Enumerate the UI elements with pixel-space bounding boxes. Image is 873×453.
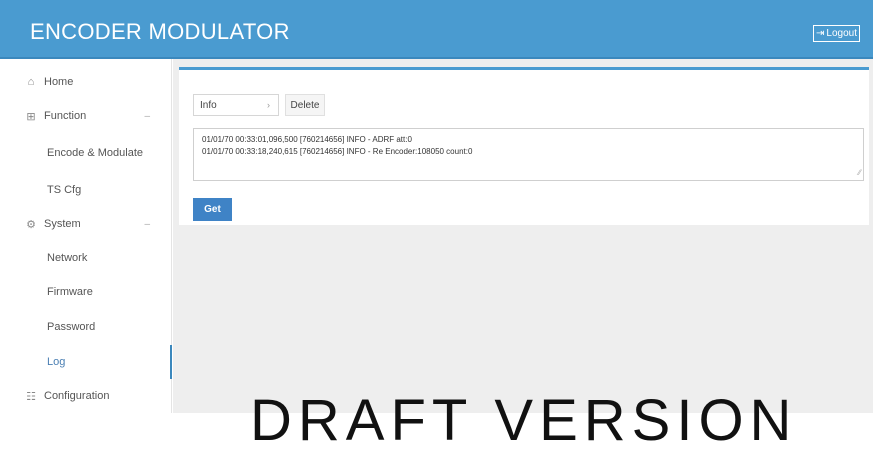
sidebar-item-network[interactable]: Network bbox=[0, 241, 172, 275]
sidebar-item-firmware[interactable]: Firmware bbox=[0, 275, 172, 309]
logout-icon: ⇥ bbox=[816, 28, 825, 39]
sidebar-item-label: Encode & Modulate bbox=[47, 147, 144, 159]
sidebar-item-label: Function bbox=[44, 110, 87, 122]
sidebar-item-ts-cfg[interactable]: TS Cfg bbox=[0, 173, 172, 207]
log-panel: Info › Delete 01/01/70 00:33:01,096,500 … bbox=[179, 67, 869, 225]
log-level-select[interactable]: Info › bbox=[193, 94, 279, 116]
sidebar-item-label: Firmware bbox=[47, 286, 93, 298]
grid-icon: ⊞ bbox=[26, 110, 36, 123]
sidebar-item-label: TS Cfg bbox=[47, 184, 82, 196]
sidebar-item-encode-modulate[interactable]: Encode & Modulate bbox=[0, 136, 172, 170]
logout-label: Logout bbox=[826, 28, 857, 39]
sidebar-item-label: Network bbox=[47, 252, 88, 264]
sidebar-item-log[interactable]: Log bbox=[0, 345, 172, 379]
logout-button[interactable]: ⇥ Logout bbox=[813, 25, 860, 42]
sidebar-item-label: Configuration bbox=[44, 390, 110, 402]
main-content: Info › Delete 01/01/70 00:33:01,096,500 … bbox=[173, 59, 873, 413]
sidebar-item-function[interactable]: ⊞ Function – bbox=[0, 99, 172, 133]
sidebar: ⌂ Home ⊞ Function – Encode & Modulate TS… bbox=[0, 59, 172, 413]
sidebar-item-label: Password bbox=[47, 321, 96, 333]
log-textarea[interactable]: 01/01/70 00:33:01,096,500 [760214656] IN… bbox=[193, 128, 864, 181]
watermark: DRAFT VERSION bbox=[250, 388, 798, 453]
delete-button[interactable]: Delete bbox=[285, 94, 325, 116]
sidebar-item-home[interactable]: ⌂ Home bbox=[0, 65, 172, 99]
get-button[interactable]: Get bbox=[193, 198, 232, 221]
sidebar-item-label: Home bbox=[44, 76, 74, 88]
gear-icon: ⚙ bbox=[26, 218, 36, 231]
collapse-icon: – bbox=[144, 218, 150, 230]
app-header: ENCODER MODULATOR ⇥ Logout bbox=[0, 0, 873, 59]
sidebar-item-configuration[interactable]: ☷ Configuration bbox=[0, 379, 172, 413]
log-level-value: Info bbox=[200, 99, 217, 111]
sidebar-item-password[interactable]: Password bbox=[0, 310, 172, 344]
resize-handle-icon[interactable]: ∕∕ bbox=[858, 167, 861, 179]
collapse-icon: – bbox=[144, 110, 150, 122]
log-line: 01/01/70 00:33:18,240,615 [760214656] IN… bbox=[202, 147, 473, 156]
app-title: ENCODER MODULATOR bbox=[30, 19, 290, 44]
sidebar-item-label: System bbox=[44, 218, 81, 230]
log-line: 01/01/70 00:33:01,096,500 [760214656] IN… bbox=[202, 135, 412, 144]
home-icon: ⌂ bbox=[27, 76, 35, 88]
chevron-down-icon: › bbox=[267, 100, 270, 110]
sidebar-item-label: Log bbox=[47, 356, 66, 368]
document-icon: ☷ bbox=[26, 390, 36, 403]
sidebar-item-system[interactable]: ⚙ System – bbox=[0, 207, 172, 241]
